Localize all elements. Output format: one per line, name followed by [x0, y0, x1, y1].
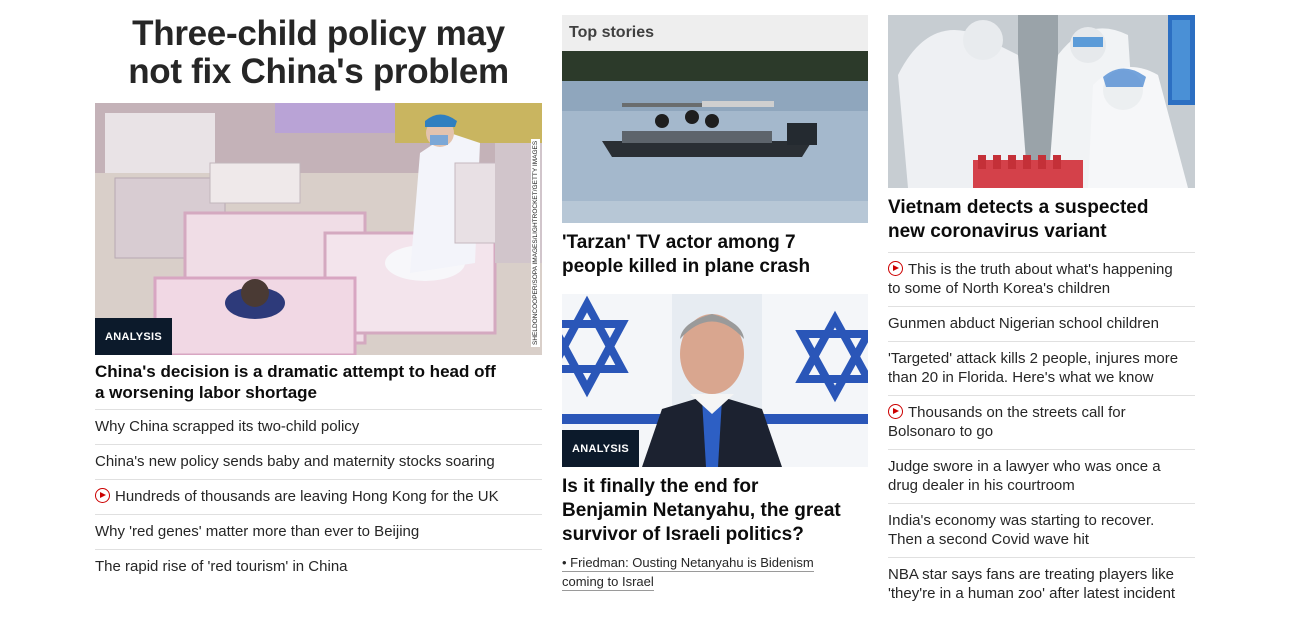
analysis-badge: ANALYSIS	[562, 430, 640, 467]
friedman-sub-link[interactable]: • Friedman: Ousting Netanyahu is Bidenis…	[562, 553, 868, 591]
list-item-text: drug dealer in his courtroom	[888, 477, 1075, 494]
photo-credit-text: SHELDONCOOPER/SOPA IMAGES/LIGHTROCKET/GE…	[531, 138, 540, 347]
list-item-text: 'they're in a human zoo' after latest in…	[888, 585, 1176, 602]
headline-line: China's decision is a dramatic attempt t…	[95, 362, 496, 381]
list-item-text: 'Targeted' attack kills 2 people, injure…	[888, 350, 1179, 367]
list-item[interactable]: This is the truth about what's happening…	[888, 252, 1195, 306]
vietnam-image[interactable]	[888, 15, 1195, 188]
sub-link-line: • Friedman: Ousting Netanyahu is Bidenis…	[562, 555, 814, 572]
headline-line: people killed in plane crash	[562, 256, 811, 277]
list-item[interactable]: Why 'red genes' matter more than ever to…	[95, 514, 542, 549]
list-item[interactable]: China's new policy sends baby and matern…	[95, 444, 542, 479]
list-item-text: The rapid rise of 'red tourism' in China	[95, 558, 348, 575]
story-headline-plane-crash[interactable]: 'Tarzan' TV actor among 7 people killed …	[562, 231, 868, 279]
section-label: Top stories	[562, 15, 868, 51]
list-item-text: Hundreds of thousands are leaving Hong K…	[115, 488, 499, 505]
headline-line: Vietnam detects a suspected	[888, 197, 1149, 218]
plane-crash-image[interactable]	[562, 51, 868, 223]
lake-search-photo	[562, 51, 868, 223]
list-item[interactable]: Why China scrapped its two-child policy	[95, 409, 542, 444]
lead-story-image[interactable]: ANALYSIS SHELDONCOOPER/SOPA IMAGES/LIGHT…	[95, 103, 542, 355]
list-item-text: This is the truth about what's happening	[908, 261, 1173, 278]
story-headline-netanyahu[interactable]: Is it finally the end for Benjamin Netan…	[562, 475, 868, 547]
list-item-text: Thousands on the streets call for	[908, 404, 1126, 421]
lead-title-line: not fix China's problem	[128, 52, 509, 91]
story-headline-vietnam[interactable]: Vietnam detects a suspected new coronavi…	[888, 196, 1195, 252]
more-stories-list: This is the truth about what's happening…	[888, 252, 1195, 611]
list-item[interactable]: India's economy was starting to recover.…	[888, 503, 1195, 557]
list-item[interactable]: NBA star says fans are treating players …	[888, 557, 1195, 611]
secondary-story-column: Vietnam detects a suspected new coronavi…	[888, 0, 1195, 611]
list-item[interactable]: Hundreds of thousands are leaving Hong K…	[95, 479, 542, 514]
list-item-text: India's economy was starting to recover.	[888, 512, 1155, 529]
play-video-icon	[888, 404, 903, 419]
play-video-icon	[888, 261, 903, 276]
photo-credit: SHELDONCOOPER/SOPA IMAGES/LIGHTROCKET/GE…	[531, 103, 541, 355]
list-item-text: Then a second Covid wave hit	[888, 531, 1089, 548]
list-item[interactable]: 'Targeted' attack kills 2 people, injure…	[888, 341, 1195, 395]
netanyahu-image[interactable]: ANALYSIS	[562, 294, 868, 467]
headline-line: a worsening labor shortage	[95, 383, 317, 402]
list-item[interactable]: Judge swore in a lawyer who was once a d…	[888, 449, 1195, 503]
list-item-text: China's new policy sends baby and matern…	[95, 453, 495, 470]
list-item-text: than 20 in Florida. Here's what we know	[888, 369, 1154, 386]
lab-workers-photo	[888, 15, 1195, 188]
list-item-text: Judge swore in a lawyer who was once a	[888, 458, 1161, 475]
play-video-icon	[95, 488, 110, 503]
headline-line: survivor of Israeli politics?	[562, 524, 804, 545]
lead-story-column: Three-child policy may not fix China's p…	[95, 0, 542, 584]
analysis-badge: ANALYSIS	[95, 318, 173, 355]
headline-line: Is it finally the end for	[562, 476, 759, 497]
lead-title-line: Three-child policy may	[132, 14, 505, 53]
related-stories-list: Why China scrapped its two-child policy …	[95, 409, 542, 584]
list-item-text: to some of North Korea's children	[888, 280, 1111, 297]
list-item-text: Why China scrapped its two-child policy	[95, 418, 360, 435]
sub-link-line: coming to Israel	[562, 574, 654, 591]
lead-story-title[interactable]: Three-child policy may not fix China's p…	[95, 15, 542, 91]
top-stories-column: Top stories 'Tarzan' TV actor among 7 pe…	[562, 0, 868, 591]
list-item[interactable]: The rapid rise of 'red tourism' in China	[95, 549, 542, 584]
list-item-text: Why 'red genes' matter more than ever to…	[95, 523, 420, 540]
list-item-text: Bolsonaro to go	[888, 423, 994, 440]
headline-line: Benjamin Netanyahu, the great	[562, 500, 841, 521]
list-item[interactable]: Thousands on the streets call for Bolson…	[888, 395, 1195, 449]
lead-story-headline[interactable]: China's decision is a dramatic attempt t…	[95, 361, 542, 409]
headline-line: new coronavirus variant	[888, 221, 1107, 242]
headline-line: 'Tarzan' TV actor among 7	[562, 232, 796, 253]
list-item-text: Gunmen abduct Nigerian school children	[888, 315, 1159, 332]
list-item-text: NBA star says fans are treating players …	[888, 566, 1174, 583]
list-item[interactable]: Gunmen abduct Nigerian school children	[888, 306, 1195, 341]
